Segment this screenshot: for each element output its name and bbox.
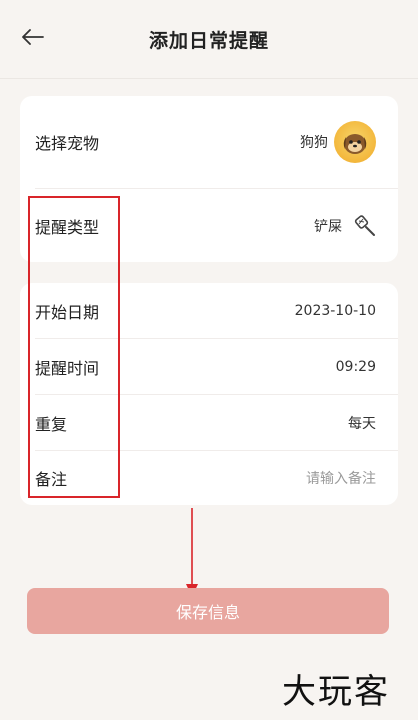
save-button[interactable]: 保存信息 — [27, 588, 389, 634]
back-arrow-icon[interactable] — [18, 22, 48, 52]
repeat-row[interactable]: 重复 每天 — [20, 395, 398, 451]
top-bar: 添加日常提醒 — [0, 0, 418, 78]
note-input[interactable]: 请输入备注 — [306, 468, 376, 488]
reminder-type-label: 提醒类型 — [35, 217, 100, 237]
start-date-value: 2023-10-10 — [294, 303, 376, 319]
repeat-label: 重复 — [35, 415, 68, 434]
select-pet-row[interactable]: 选择宠物 狗狗 — [20, 96, 398, 188]
reminder-time-row[interactable]: 提醒时间 09:29 — [20, 339, 398, 395]
reminder-type-value: 铲屎 — [314, 218, 342, 235]
note-label: 备注 — [35, 470, 68, 489]
repeat-value: 每天 — [348, 416, 376, 432]
reminder-type-row[interactable]: 提醒类型 铲屎 — [20, 189, 398, 262]
start-date-row[interactable]: 开始日期 2023-10-10 — [20, 283, 398, 339]
page-title: 添加日常提醒 — [148, 29, 269, 52]
note-row[interactable]: 备注 请输入备注 — [20, 451, 398, 505]
reminder-time-label: 提醒时间 — [35, 359, 100, 378]
reminder-time-value: 09:29 — [335, 359, 376, 375]
annotation-arrow — [186, 508, 198, 597]
pet-card: 选择宠物 狗狗 提醒类型 铲屎 — [20, 96, 398, 262]
watermark-logo: 大玩客 — [282, 672, 390, 712]
start-date-label: 开始日期 — [35, 303, 100, 322]
header-divider — [0, 78, 418, 79]
pet-avatar — [334, 121, 376, 163]
select-pet-label: 选择宠物 — [35, 134, 100, 153]
schedule-card: 开始日期 2023-10-10 提醒时间 09:29 重复 每天 备注 请输入备… — [20, 283, 398, 505]
scoop-icon — [354, 214, 375, 236]
pet-name: 狗狗 — [300, 135, 328, 151]
